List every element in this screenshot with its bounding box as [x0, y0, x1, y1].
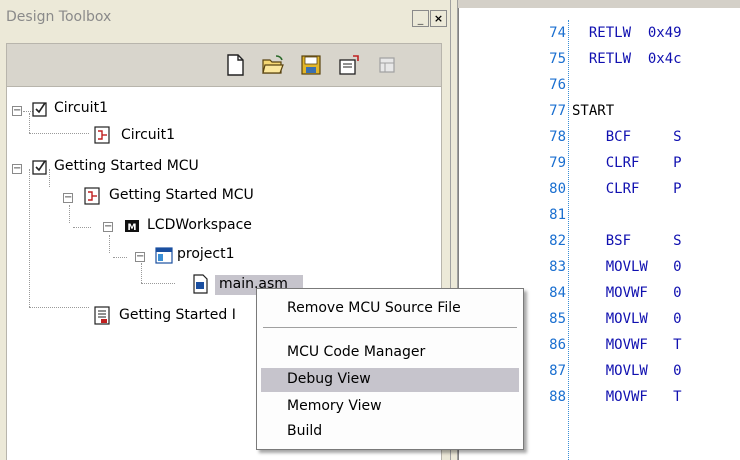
menu-item-remove-mcu-source-file[interactable]: Remove MCU Source File [261, 297, 519, 321]
line-number: 76 [549, 77, 566, 93]
tree-item-getting-started-mcu-child[interactable]: Getting Started MCU [109, 187, 254, 203]
line-number: 83 [549, 259, 566, 275]
tree-item-project1[interactable]: project1 [177, 246, 235, 262]
new-file-icon[interactable] [223, 53, 247, 77]
checkbox-icon [32, 160, 47, 175]
line-number: 79 [549, 155, 566, 171]
line-number: 74 [549, 25, 566, 41]
menu-item-build[interactable]: Build [261, 422, 519, 444]
code-line: CLRF P [572, 155, 682, 171]
tree-expander[interactable]: − [63, 193, 73, 203]
svg-text:M: M [128, 223, 137, 233]
menu-item-debug-view[interactable]: Debug View [261, 368, 519, 392]
code-line: MOVWF 0 [572, 285, 682, 301]
tree-item-circuit1[interactable]: Circuit1 [54, 100, 108, 116]
line-number: 80 [549, 181, 566, 197]
close-icon: × [433, 12, 444, 25]
tree-expander[interactable]: − [135, 252, 145, 262]
report-icon [94, 306, 110, 325]
tree-item-getting-started-mcu[interactable]: Getting Started MCU [54, 158, 199, 174]
line-number: 81 [549, 207, 566, 223]
code-line: BCF S [572, 129, 682, 145]
circuit-icon [84, 187, 100, 205]
tree-item-lcdworkspace[interactable]: LCDWorkspace [147, 217, 252, 233]
line-number: 78 [549, 129, 566, 145]
code-line: MOVWF T [572, 337, 682, 353]
tree-expander[interactable]: − [12, 164, 22, 174]
tree-expander[interactable]: − [12, 106, 22, 116]
tree-item-getting-started-report[interactable]: Getting Started I [119, 307, 236, 323]
code-line: START [572, 103, 615, 119]
open-folder-icon[interactable] [261, 53, 285, 77]
project-icon [155, 247, 173, 264]
code-line: MOVLW 0 [572, 259, 682, 275]
code-line: CLRF P [572, 181, 682, 197]
asm-file-icon [193, 274, 208, 294]
menu-item-memory-view[interactable]: Memory View [261, 395, 519, 419]
code-line: MOVLW 0 [572, 363, 682, 379]
code-line: BSF S [572, 233, 682, 249]
checkbox-icon [32, 102, 47, 117]
tree-expander[interactable]: − [103, 222, 113, 232]
context-menu: Remove MCU Source File MCU Code Manager … [256, 288, 524, 450]
line-number: 82 [549, 233, 566, 249]
line-number: 75 [549, 51, 566, 67]
menu-item-mcu-code-manager[interactable]: MCU Code Manager [261, 341, 519, 365]
export-icon[interactable] [337, 53, 361, 77]
minimize-icon: _ [417, 12, 424, 25]
gutter-separator [568, 20, 569, 460]
panel-title-bar: Design Toolbox _ × [0, 8, 450, 38]
code-line: RETLW 0x4c [572, 51, 682, 67]
code-line: RETLW 0x49 [572, 25, 682, 41]
toolbar [6, 43, 442, 87]
panel-title: Design Toolbox [6, 9, 112, 25]
layout-icon[interactable] [375, 53, 399, 77]
circuit-icon [94, 126, 110, 144]
line-number: 77 [549, 103, 566, 119]
close-button[interactable]: × [430, 10, 447, 27]
workspace-icon: M [125, 220, 139, 233]
code-line: MOVLW 0 [572, 311, 682, 327]
code-line: MOVWF T [572, 389, 682, 405]
minimize-button[interactable]: _ [412, 10, 429, 27]
tree-item-circuit1-child[interactable]: Circuit1 [121, 127, 175, 143]
save-icon[interactable] [299, 53, 323, 77]
menu-separator [263, 327, 517, 328]
